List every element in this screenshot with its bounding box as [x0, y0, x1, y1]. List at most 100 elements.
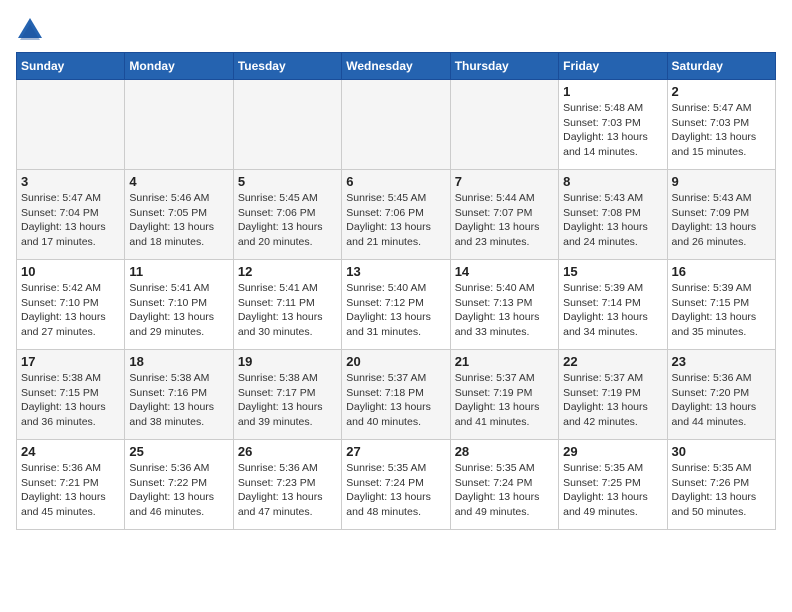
day-number: 29	[563, 444, 662, 459]
day-number: 2	[672, 84, 771, 99]
calendar-cell: 18 Sunrise: 5:38 AM Sunset: 7:16 PM Dayli…	[125, 350, 233, 440]
calendar: SundayMondayTuesdayWednesdayThursdayFrid…	[16, 52, 776, 530]
day-info: Sunrise: 5:38 AM Sunset: 7:17 PM Dayligh…	[238, 371, 337, 430]
calendar-cell: 20Sunrise: 5:37 AM Sunset: 7:18 PM Dayli…	[342, 350, 450, 440]
day-number: 19	[238, 354, 337, 369]
day-info: Sunrise: 5:45 AM Sunset: 7:06 PM Dayligh…	[346, 191, 445, 250]
day-number: 18	[129, 354, 228, 369]
calendar-cell: 27 Sunrise: 5:35 AM Sunset: 7:24 PM Dayli…	[342, 440, 450, 530]
calendar-cell: 12 Sunrise: 5:41 AM Sunset: 7:11 PM Dayli…	[233, 260, 341, 350]
calendar-cell	[17, 80, 125, 170]
calendar-cell	[233, 80, 341, 170]
day-number: 28	[455, 444, 554, 459]
calendar-cell: 22 Sunrise: 5:37 AM Sunset: 7:19 PM Dayli…	[559, 350, 667, 440]
calendar-cell: 21 Sunrise: 5:37 AM Sunset: 7:19 PM Dayli…	[450, 350, 558, 440]
calendar-cell: 14 Sunrise: 5:40 AM Sunset: 7:13 PM Dayli…	[450, 260, 558, 350]
weekday-header-wednesday: Wednesday	[342, 53, 450, 80]
day-number: 22	[563, 354, 662, 369]
day-number: 14	[455, 264, 554, 279]
calendar-cell	[125, 80, 233, 170]
logo	[16, 16, 48, 44]
day-number: 4	[129, 174, 228, 189]
day-info: Sunrise: 5:41 AM Sunset: 7:11 PM Dayligh…	[238, 281, 337, 340]
logo-icon	[16, 16, 44, 44]
day-info: Sunrise: 5:38 AM Sunset: 7:16 PM Dayligh…	[129, 371, 228, 430]
day-number: 17	[21, 354, 120, 369]
day-info: Sunrise: 5:35 AM Sunset: 7:24 PM Dayligh…	[346, 461, 445, 520]
day-info: Sunrise: 5:45 AM Sunset: 7:06 PM Dayligh…	[238, 191, 337, 250]
day-info: Sunrise: 5:38 AM Sunset: 7:15 PM Dayligh…	[21, 371, 120, 430]
calendar-cell: 15 Sunrise: 5:39 AM Sunset: 7:14 PM Dayli…	[559, 260, 667, 350]
day-number: 10	[21, 264, 120, 279]
week-row-4: 17 Sunrise: 5:38 AM Sunset: 7:15 PM Dayli…	[17, 350, 776, 440]
day-info: Sunrise: 5:43 AM Sunset: 7:08 PM Dayligh…	[563, 191, 662, 250]
day-number: 3	[21, 174, 120, 189]
day-info: Sunrise: 5:40 AM Sunset: 7:12 PM Dayligh…	[346, 281, 445, 340]
calendar-cell: 8 Sunrise: 5:43 AM Sunset: 7:08 PM Daylig…	[559, 170, 667, 260]
day-info: Sunrise: 5:36 AM Sunset: 7:21 PM Dayligh…	[21, 461, 120, 520]
calendar-cell: 17 Sunrise: 5:38 AM Sunset: 7:15 PM Dayli…	[17, 350, 125, 440]
day-number: 21	[455, 354, 554, 369]
header	[16, 16, 776, 44]
day-number: 23	[672, 354, 771, 369]
week-row-5: 24Sunrise: 5:36 AM Sunset: 7:21 PM Dayli…	[17, 440, 776, 530]
calendar-cell: 19 Sunrise: 5:38 AM Sunset: 7:17 PM Dayli…	[233, 350, 341, 440]
day-info: Sunrise: 5:39 AM Sunset: 7:15 PM Dayligh…	[672, 281, 771, 340]
calendar-cell	[342, 80, 450, 170]
day-number: 20	[346, 354, 445, 369]
calendar-cell: 29Sunrise: 5:35 AM Sunset: 7:25 PM Dayli…	[559, 440, 667, 530]
calendar-cell: 24Sunrise: 5:36 AM Sunset: 7:21 PM Dayli…	[17, 440, 125, 530]
weekday-header-tuesday: Tuesday	[233, 53, 341, 80]
day-number: 7	[455, 174, 554, 189]
calendar-cell: 30 Sunrise: 5:35 AM Sunset: 7:26 PM Dayli…	[667, 440, 775, 530]
day-info: Sunrise: 5:40 AM Sunset: 7:13 PM Dayligh…	[455, 281, 554, 340]
day-info: Sunrise: 5:48 AM Sunset: 7:03 PM Dayligh…	[563, 101, 662, 160]
day-number: 8	[563, 174, 662, 189]
day-number: 25	[129, 444, 228, 459]
day-number: 30	[672, 444, 771, 459]
day-info: Sunrise: 5:41 AM Sunset: 7:10 PM Dayligh…	[129, 281, 228, 340]
day-number: 26	[238, 444, 337, 459]
weekday-header-monday: Monday	[125, 53, 233, 80]
day-number: 15	[563, 264, 662, 279]
calendar-cell: 6 Sunrise: 5:45 AM Sunset: 7:06 PM Daylig…	[342, 170, 450, 260]
day-info: Sunrise: 5:42 AM Sunset: 7:10 PM Dayligh…	[21, 281, 120, 340]
day-info: Sunrise: 5:35 AM Sunset: 7:26 PM Dayligh…	[672, 461, 771, 520]
calendar-cell: 23 Sunrise: 5:36 AM Sunset: 7:20 PM Dayli…	[667, 350, 775, 440]
day-number: 11	[129, 264, 228, 279]
day-number: 12	[238, 264, 337, 279]
calendar-cell: 2 Sunrise: 5:47 AM Sunset: 7:03 PM Daylig…	[667, 80, 775, 170]
day-number: 1	[563, 84, 662, 99]
calendar-cell: 7 Sunrise: 5:44 AM Sunset: 7:07 PM Daylig…	[450, 170, 558, 260]
day-number: 5	[238, 174, 337, 189]
calendar-cell: 11 Sunrise: 5:41 AM Sunset: 7:10 PM Dayli…	[125, 260, 233, 350]
calendar-cell: 13Sunrise: 5:40 AM Sunset: 7:12 PM Dayli…	[342, 260, 450, 350]
day-number: 27	[346, 444, 445, 459]
calendar-cell: 25Sunrise: 5:36 AM Sunset: 7:22 PM Dayli…	[125, 440, 233, 530]
weekday-header-thursday: Thursday	[450, 53, 558, 80]
day-info: Sunrise: 5:44 AM Sunset: 7:07 PM Dayligh…	[455, 191, 554, 250]
calendar-cell: 26 Sunrise: 5:36 AM Sunset: 7:23 PM Dayli…	[233, 440, 341, 530]
day-number: 9	[672, 174, 771, 189]
calendar-cell: 5 Sunrise: 5:45 AM Sunset: 7:06 PM Daylig…	[233, 170, 341, 260]
day-info: Sunrise: 5:36 AM Sunset: 7:20 PM Dayligh…	[672, 371, 771, 430]
day-info: Sunrise: 5:47 AM Sunset: 7:03 PM Dayligh…	[672, 101, 771, 160]
day-number: 6	[346, 174, 445, 189]
day-info: Sunrise: 5:39 AM Sunset: 7:14 PM Dayligh…	[563, 281, 662, 340]
week-row-2: 3 Sunrise: 5:47 AM Sunset: 7:04 PM Daylig…	[17, 170, 776, 260]
calendar-cell	[450, 80, 558, 170]
calendar-cell: 3 Sunrise: 5:47 AM Sunset: 7:04 PM Daylig…	[17, 170, 125, 260]
calendar-cell: 28 Sunrise: 5:35 AM Sunset: 7:24 PM Dayli…	[450, 440, 558, 530]
day-info: Sunrise: 5:36 AM Sunset: 7:23 PM Dayligh…	[238, 461, 337, 520]
day-info: Sunrise: 5:47 AM Sunset: 7:04 PM Dayligh…	[21, 191, 120, 250]
weekday-header-friday: Friday	[559, 53, 667, 80]
day-number: 16	[672, 264, 771, 279]
calendar-cell: 10 Sunrise: 5:42 AM Sunset: 7:10 PM Dayli…	[17, 260, 125, 350]
calendar-cell: 9 Sunrise: 5:43 AM Sunset: 7:09 PM Daylig…	[667, 170, 775, 260]
day-info: Sunrise: 5:37 AM Sunset: 7:19 PM Dayligh…	[563, 371, 662, 430]
day-info: Sunrise: 5:43 AM Sunset: 7:09 PM Dayligh…	[672, 191, 771, 250]
calendar-cell: 4Sunrise: 5:46 AM Sunset: 7:05 PM Daylig…	[125, 170, 233, 260]
day-info: Sunrise: 5:35 AM Sunset: 7:24 PM Dayligh…	[455, 461, 554, 520]
weekday-header-row: SundayMondayTuesdayWednesdayThursdayFrid…	[17, 53, 776, 80]
day-info: Sunrise: 5:37 AM Sunset: 7:19 PM Dayligh…	[455, 371, 554, 430]
